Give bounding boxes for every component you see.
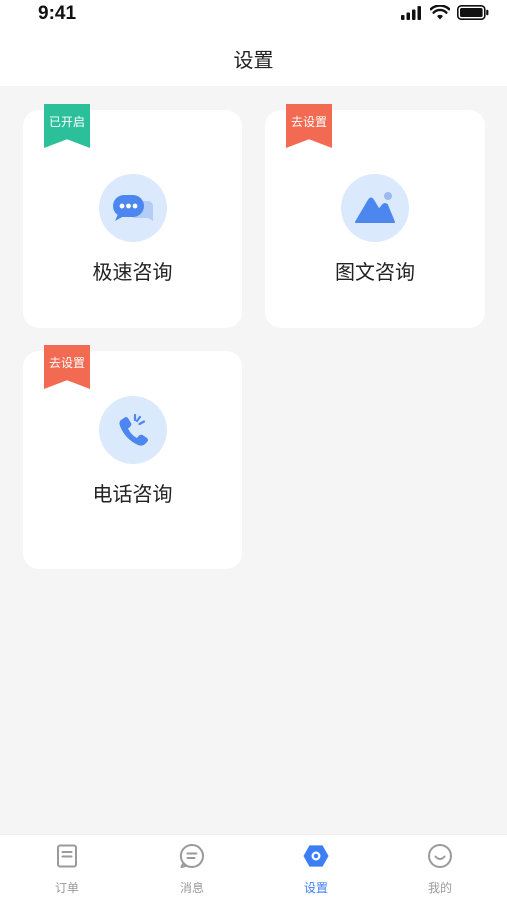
tab-orders[interactable]: 订单 (4, 835, 130, 900)
tab-profile[interactable]: 我的 (377, 835, 503, 900)
battery-icon (457, 5, 489, 20)
tab-label: 设置 (303, 881, 328, 895)
image-icon (341, 174, 409, 242)
status-icons (401, 5, 489, 20)
status-badge[interactable]: 去设置 (44, 345, 90, 389)
nav-bar: 设置 (0, 30, 507, 86)
profile-icon (427, 843, 453, 869)
signal-icon (401, 5, 421, 20)
status-badge[interactable]: 已开启 (44, 104, 90, 148)
status-time: 9:41 (38, 3, 77, 24)
message-icon (179, 843, 205, 869)
page-title: 设置 (233, 48, 274, 72)
card-phone-consult[interactable]: 去设置 电话咨询 (23, 345, 242, 569)
phone-icon (98, 396, 167, 464)
card-text-image-consult[interactable]: 去设置 图文咨询 (265, 104, 485, 328)
tab-messages[interactable]: 消息 (129, 835, 255, 900)
order-icon (54, 843, 80, 869)
tab-bar: 订单 消息 设置 我的 (0, 834, 507, 900)
card-label: 图文咨询 (335, 260, 415, 284)
tab-label: 订单 (54, 881, 79, 895)
tab-label: 我的 (427, 881, 452, 895)
wifi-icon (430, 5, 450, 20)
card-label: 极速咨询 (92, 260, 173, 284)
status-badge[interactable]: 去设置 (286, 104, 332, 148)
settings-icon (303, 843, 329, 869)
tab-settings[interactable]: 设置 (253, 835, 379, 900)
status-bar: 9:41 (0, 0, 507, 30)
tab-label: 消息 (179, 881, 204, 895)
card-express-consult[interactable]: 已开启 极速咨询 (23, 104, 242, 328)
card-label: 电话咨询 (92, 482, 173, 506)
chat-bubble-icon (98, 174, 167, 242)
